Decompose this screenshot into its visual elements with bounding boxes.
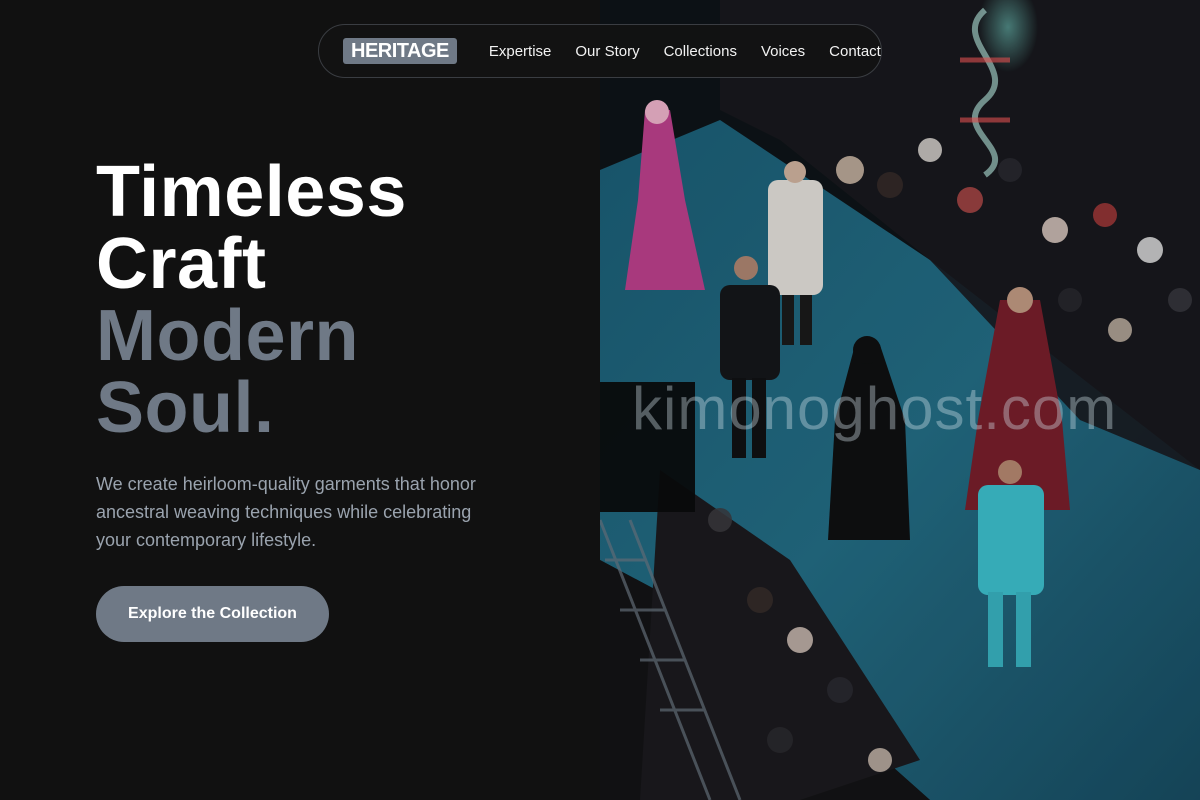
- hero-page: Timeless Craft Modern Soul. We create he…: [0, 0, 1200, 800]
- main-nav: HERITAGE Expertise Our Story Collections…: [318, 24, 882, 78]
- hero-text-panel: Timeless Craft Modern Soul. We create he…: [0, 0, 600, 800]
- nav-link-voices[interactable]: Voices: [761, 43, 805, 60]
- nav-links: Expertise Our Story Collections Voices C…: [489, 43, 881, 60]
- hero-lead-text: We create heirloom-quality garments that…: [96, 474, 476, 550]
- headline-line-4: Soul.: [96, 368, 275, 448]
- runway-photo-illustration: [600, 0, 1200, 800]
- headline-line-2: Craft: [96, 224, 267, 304]
- headline-line-1: Timeless: [96, 152, 407, 232]
- nav-link-expertise[interactable]: Expertise: [489, 43, 552, 60]
- explore-collection-button[interactable]: Explore the Collection: [96, 586, 329, 642]
- headline-line-3: Modern: [96, 296, 359, 376]
- nav-link-contact[interactable]: Contact: [829, 43, 881, 60]
- nav-link-collections[interactable]: Collections: [664, 43, 737, 60]
- nav-link-our-story[interactable]: Our Story: [575, 43, 639, 60]
- hero-headline: Timeless Craft Modern Soul.: [96, 156, 407, 444]
- heritage-logo[interactable]: HERITAGE: [343, 38, 457, 64]
- runway-photo: kimonoghost.com: [600, 0, 1200, 800]
